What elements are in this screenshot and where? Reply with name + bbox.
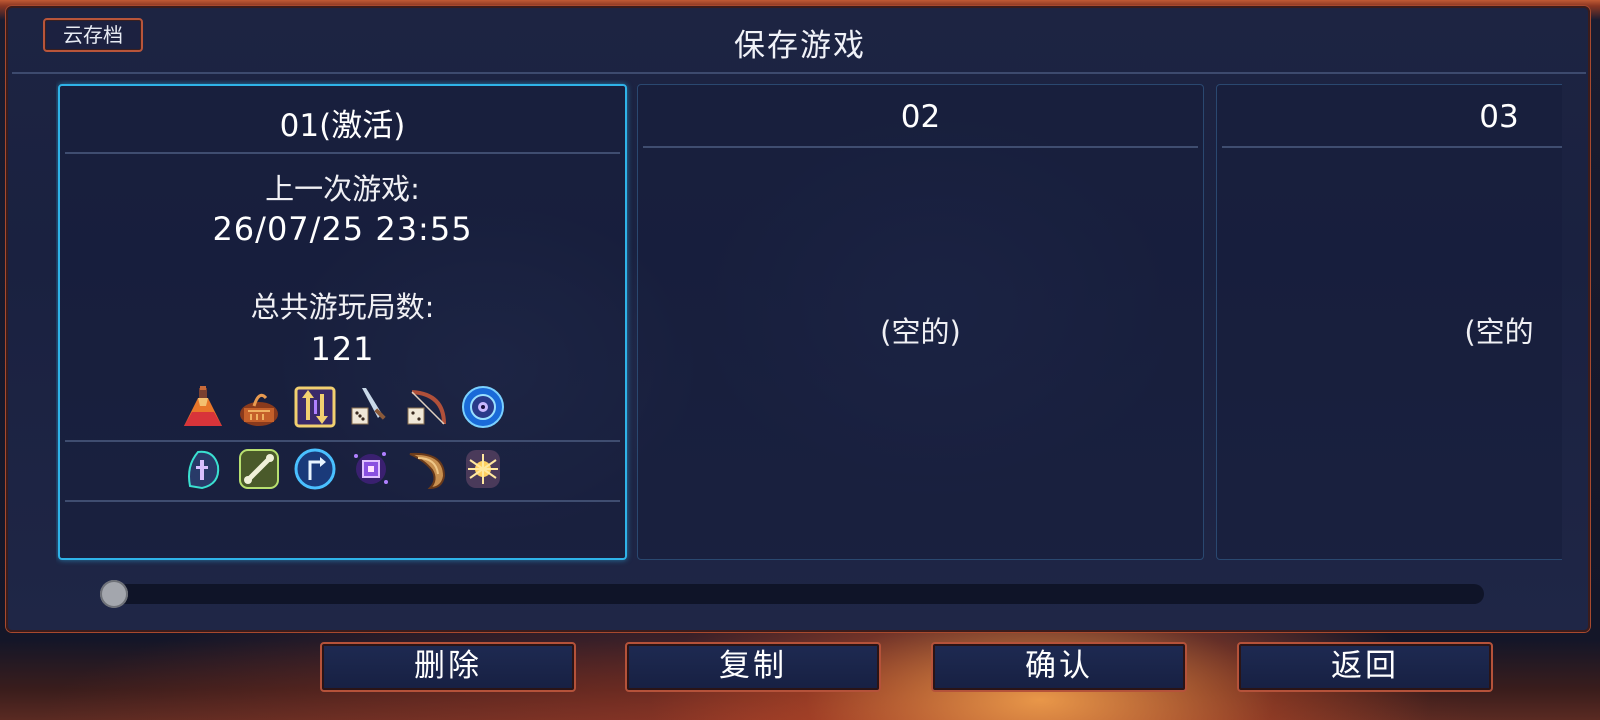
save-slot-01[interactable]: 01(激活) 上一次游戏: 26/07/25 23:55 总共游玩局数: 121 (58, 84, 627, 560)
back-button[interactable]: 返回 (1237, 642, 1493, 692)
dice-bow-icon (404, 384, 450, 430)
blue-arrow-rune-icon (292, 446, 338, 492)
item-icon-row-1 (60, 384, 625, 434)
slot-divider (65, 500, 620, 502)
title-divider (12, 72, 1586, 74)
slot-divider (65, 152, 620, 154)
horn-icon (404, 446, 450, 492)
slot-scrollbar-thumb[interactable] (100, 580, 128, 608)
save-slots-carousel: 01(激活) 上一次游戏: 26/07/25 23:55 总共游玩局数: 121 (56, 80, 1562, 572)
total-runs-value: 121 (310, 330, 375, 368)
blue-eye-orb-icon (460, 384, 506, 430)
copy-button[interactable]: 复制 (625, 642, 881, 692)
swap-arrows-scroll-icon (292, 384, 338, 430)
slot-title: 03 (1479, 99, 1519, 135)
total-runs-label: 总共游玩局数: (250, 290, 435, 324)
purple-core-rune-icon (348, 446, 394, 492)
delete-button[interactable]: 删除 (320, 642, 576, 692)
green-bone-rune-icon (236, 446, 282, 492)
save-slot-02[interactable]: 02 (空的) (637, 84, 1204, 560)
glowing-spider-icon (460, 446, 506, 492)
slot-title: 01(激活) (279, 108, 406, 144)
empty-slot-label: (空的) (880, 315, 961, 349)
slot-divider (65, 440, 620, 442)
slot-scrollbar-track[interactable] (104, 584, 1484, 604)
item-icon-row-2 (60, 446, 625, 496)
last-played-value: 26/07/25 23:55 (212, 210, 473, 248)
slot-title: 02 (900, 99, 941, 135)
save-slot-03[interactable]: 03 (空的 (1216, 84, 1562, 560)
treasure-chest-icon (236, 384, 282, 430)
last-played-label: 上一次游戏: (265, 172, 420, 206)
potion-flask-icon (180, 384, 226, 430)
teal-rune-scroll-icon (180, 446, 226, 492)
page-title: 保存游戏 (734, 28, 866, 64)
slot-divider (643, 146, 1198, 148)
empty-slot-label: (空的 (1464, 315, 1534, 349)
dice-sword-icon (348, 384, 394, 430)
confirm-button[interactable]: 确认 (931, 642, 1187, 692)
slot-divider (1222, 146, 1562, 148)
